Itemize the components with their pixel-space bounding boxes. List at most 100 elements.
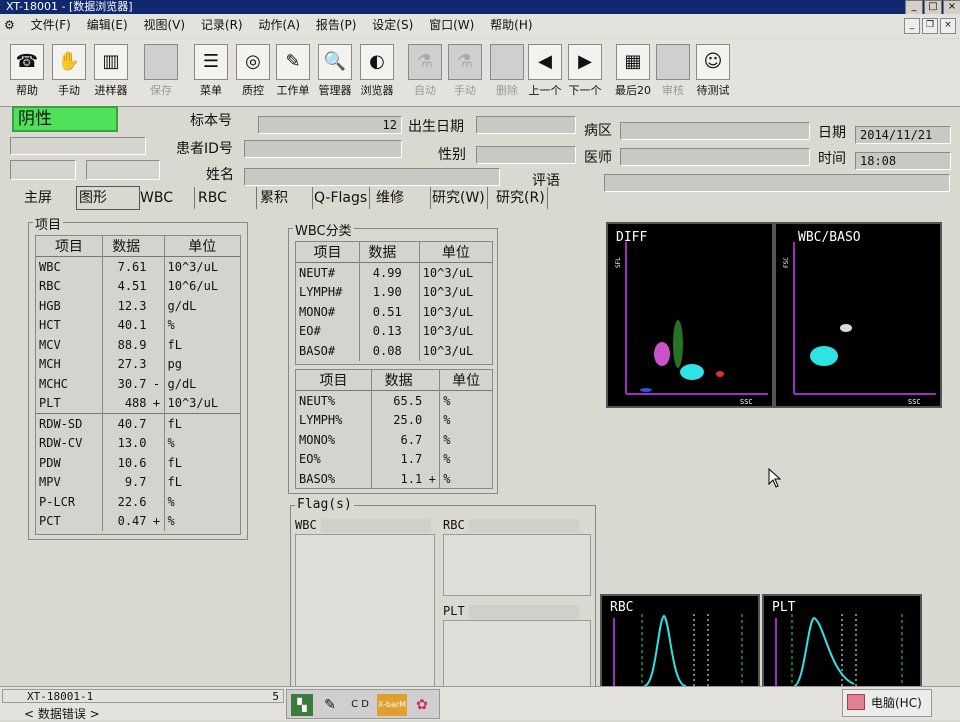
item-main-item: HCT bbox=[36, 315, 103, 335]
browser-button[interactable]: ◐ 浏览器 bbox=[358, 44, 396, 102]
item-ext-unit: % bbox=[167, 436, 175, 451]
wbc-pct-value: 65.5 bbox=[393, 393, 423, 408]
tray-xbarm-icon[interactable]: X-barM bbox=[377, 694, 407, 716]
delete-button[interactable]: 删除 bbox=[488, 44, 526, 102]
wbc-pct-value: 1.7 bbox=[400, 452, 423, 467]
wbc-abs-flag bbox=[404, 282, 420, 302]
menu-record[interactable]: 记录(R) bbox=[195, 14, 249, 36]
menu-help[interactable]: 帮助(H) bbox=[484, 14, 538, 36]
item-main-item: WBC bbox=[36, 256, 103, 277]
col-unit-header: 单位 bbox=[188, 239, 217, 255]
item-main-item: MCHC bbox=[36, 374, 103, 394]
connection-label: 电脑(HC) bbox=[871, 696, 922, 710]
menu-settings[interactable]: 设定(S) bbox=[366, 14, 419, 36]
menu-file[interactable]: 文件(F) bbox=[25, 14, 77, 36]
menu-view[interactable]: 视图(V) bbox=[137, 14, 191, 36]
tab-wbc[interactable]: WBC bbox=[138, 187, 195, 209]
wbc-pct-unit: % bbox=[443, 413, 451, 428]
save-button[interactable]: 保存 bbox=[142, 44, 180, 102]
item-ext-value: 40.7 bbox=[117, 416, 147, 431]
wbc-abs-body: NEUT# 4.99 10^3/uL LYMPH# 1.90 10^3/uL MONO# 0.… bbox=[296, 262, 492, 361]
item-ext-row: MPV 9.7 fL bbox=[36, 472, 240, 492]
baso-x-label: SSC bbox=[908, 398, 921, 406]
wbc-pct-item: NEUT% bbox=[296, 390, 373, 411]
menu-bar: ⚙ 文件(F) 编辑(E) 视图(V) 记录(R) 动作(A) 报告(P) 设定… bbox=[0, 14, 960, 38]
item-ext-flag bbox=[149, 492, 165, 512]
last20-button[interactable]: ▦ 最后20 bbox=[614, 44, 652, 102]
wbc-abs-panel: 项目 数据 单位 NEUT# 4.99 10^3/uL LYMPH# 1.90 10^3/… bbox=[295, 241, 493, 365]
wbc-pct-body: NEUT% 65.5% LYMPH% 25.0% MONO% 6.7% EO% 1.7% BAS… bbox=[296, 390, 492, 489]
time-label: 时间 bbox=[818, 151, 846, 167]
tab-research-w[interactable]: 研究(W) bbox=[430, 187, 488, 209]
app-icon[interactable]: ⚙ bbox=[0, 14, 21, 36]
manual2-button[interactable]: ⚗ 手动 bbox=[446, 44, 484, 102]
item-main-flag bbox=[149, 256, 165, 277]
review-button[interactable]: 审核 bbox=[654, 44, 692, 102]
wbc-diff-group-title: WBC分类 bbox=[293, 220, 354, 239]
minimize-button[interactable]: _ bbox=[905, 0, 923, 14]
info-field-blank-1 bbox=[10, 137, 146, 155]
sampler-button[interactable]: ▥ 进样器 bbox=[92, 44, 130, 102]
item-main-unit: g/dL bbox=[167, 376, 197, 391]
wbc-pct-col-data-header: 数据 bbox=[384, 373, 413, 389]
wbc-abs-row: MONO# 0.51 10^3/uL bbox=[296, 302, 492, 322]
wbc-pct-row: NEUT% 65.5% bbox=[296, 390, 492, 411]
wbc-abs-value: 0.08 bbox=[372, 343, 402, 358]
worksheet-button[interactable]: ✎ 工作单 bbox=[274, 44, 312, 102]
item-main-row: MCHC 30.7- g/dL bbox=[36, 374, 240, 394]
wbc-abs-item: NEUT# bbox=[296, 262, 361, 283]
menu-report[interactable]: 报告(P) bbox=[310, 14, 363, 36]
prev-button[interactable]: ◀ 上一个 bbox=[526, 44, 564, 102]
auto-button[interactable]: ⚗ 自动 bbox=[406, 44, 444, 102]
help-button[interactable]: ☎ 帮助 bbox=[8, 44, 46, 102]
close-button[interactable]: × bbox=[943, 0, 960, 14]
baso-y-label: FSC bbox=[783, 257, 790, 268]
manual-button[interactable]: ✋ 手动 bbox=[50, 44, 88, 102]
name-field bbox=[244, 168, 500, 186]
item-main-unit: fL bbox=[167, 337, 182, 352]
qc-button[interactable]: ◎ 质控 bbox=[234, 44, 272, 102]
tray-device-icon[interactable]: ▚ bbox=[291, 694, 313, 716]
tab-bar: 主屏 图形 WBC RBC 累积 Q-Flags 维修 研究(W) 研究(R) bbox=[18, 186, 578, 211]
doctor-label: 医师 bbox=[584, 150, 612, 166]
item-ext-item: MPV bbox=[36, 472, 103, 492]
pending-button[interactable]: ☺ 待测试 bbox=[694, 44, 732, 102]
tab-main[interactable]: 主屏 bbox=[22, 187, 54, 209]
tray-cells-icon[interactable]: ✿ bbox=[411, 694, 433, 716]
tab-graphics[interactable]: 图形 bbox=[76, 186, 140, 210]
manager-button[interactable]: 🔍 管理器 bbox=[316, 44, 354, 102]
patient-id-label: 患者ID号 bbox=[176, 141, 233, 157]
item-main-unit: 10^3/uL bbox=[167, 396, 219, 411]
rbc-hist-svg bbox=[613, 614, 743, 686]
menu-action[interactable]: 动作(A) bbox=[252, 14, 306, 36]
tab-research-r[interactable]: 研究(R) bbox=[494, 187, 548, 209]
window-title: XT-18001 - [数据浏览器] bbox=[6, 0, 133, 13]
mdi-restore-button[interactable]: ❐ bbox=[922, 18, 938, 34]
tab-rbc[interactable]: RBC bbox=[196, 187, 257, 209]
menu-button[interactable]: ☰ 菜单 bbox=[192, 44, 230, 102]
tab-maintenance[interactable]: 维修 bbox=[374, 187, 431, 209]
delete-icon bbox=[490, 44, 524, 80]
menu-window[interactable]: 窗口(W) bbox=[423, 14, 480, 36]
item-main-flag: + bbox=[149, 393, 165, 414]
save-icon bbox=[144, 44, 178, 80]
tray-syringe-icon[interactable]: ✎ bbox=[319, 694, 341, 716]
items-table-panel: 项目 数据 单位 WBC 7.61 10^3/uL RBC 4.51 10^6/uL HGB… bbox=[35, 235, 241, 535]
menu-edit[interactable]: 编辑(E) bbox=[81, 14, 134, 36]
wbc-abs-item: MONO# bbox=[296, 302, 361, 322]
next-button[interactable]: ▶ 下一个 bbox=[566, 44, 604, 102]
tab-cumulative[interactable]: 累积 bbox=[258, 187, 313, 209]
item-main-item: RBC bbox=[36, 276, 103, 296]
items-body-ext: RDW-SD 40.7 fL RDW-CV 13.0% PDW 10.6 fL MPV 9.7 fL… bbox=[36, 413, 240, 531]
dob-label: 出生日期 bbox=[408, 119, 464, 135]
tray-cd-icon[interactable]: C D bbox=[347, 694, 373, 716]
item-main-value: 4.51 bbox=[117, 279, 147, 294]
info-field-blank-3 bbox=[86, 160, 160, 180]
item-ext-item: PCT bbox=[36, 511, 103, 531]
item-ext-item: PDW bbox=[36, 453, 103, 473]
next-icon: ▶ bbox=[568, 44, 602, 80]
tab-q-flags[interactable]: Q-Flags bbox=[312, 187, 371, 209]
mdi-minimize-button[interactable]: _ bbox=[904, 18, 920, 34]
mdi-close-button[interactable]: × bbox=[940, 18, 956, 34]
maximize-button[interactable]: □ bbox=[924, 0, 942, 14]
